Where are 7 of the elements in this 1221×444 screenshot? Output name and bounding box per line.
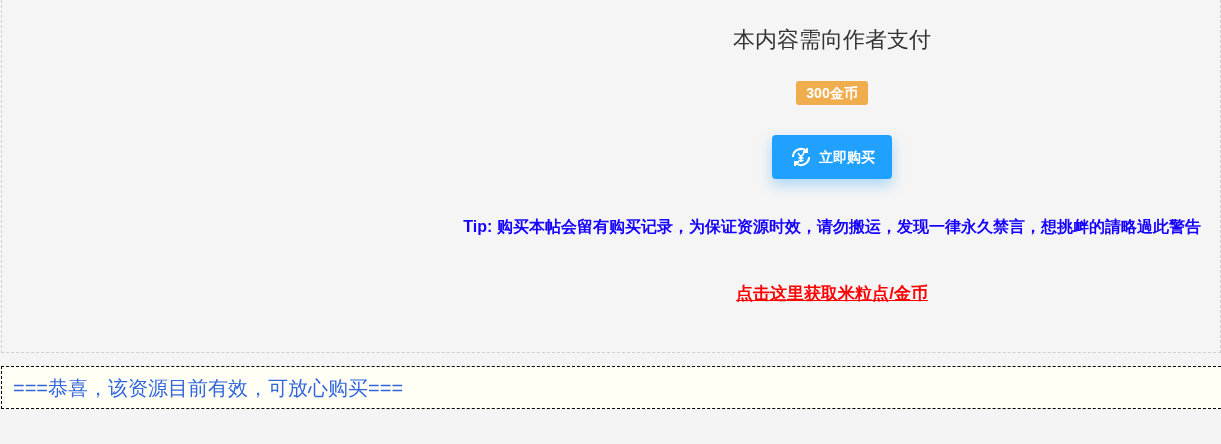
coin-link[interactable]: 点击这里获取米粒点/金币: [736, 281, 928, 307]
buy-button[interactable]: 立即购买: [772, 135, 892, 179]
yuan-refresh-icon: [789, 145, 813, 169]
tip-text: Tip: 购买本帖会留有购买记录，为保证资源时效，请勿搬运，发现一律永久禁言，想挑衅的請略過此警告: [463, 217, 1201, 237]
notice-text: ===恭喜，该资源目前有效，可放心购买===: [13, 375, 404, 401]
price-tag: 300金币: [796, 81, 868, 105]
pay-title: 本内容需向作者支付: [733, 26, 931, 54]
